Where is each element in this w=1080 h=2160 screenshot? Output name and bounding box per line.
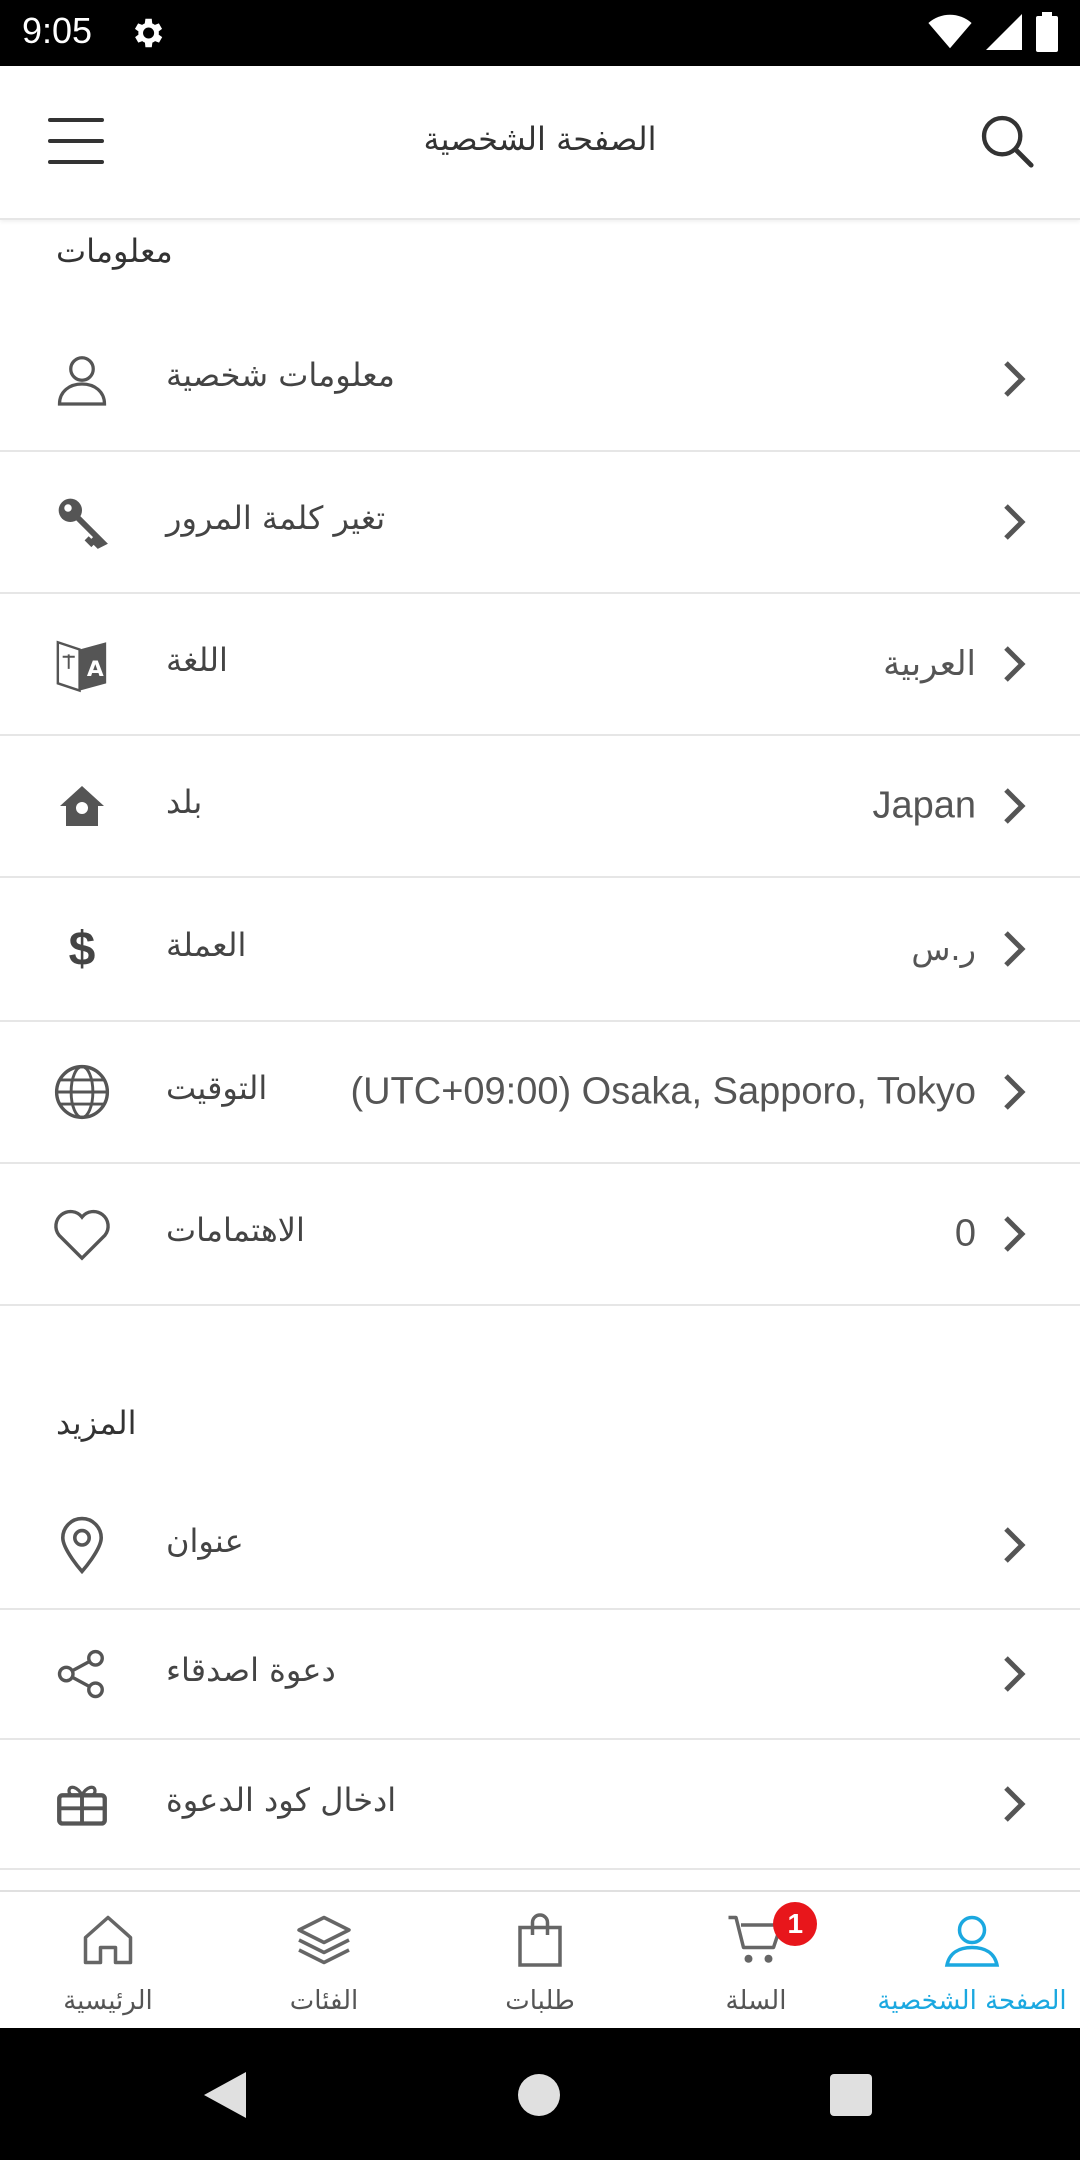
system-nav-bar [0,2028,1080,2160]
bottom-nav: الرئيسية الفئات طلبات 1 السلة الصفحة الش… [0,1890,1080,2028]
row-value: (UTC+09:00) Osaka, Sapporo, Tokyo [350,1070,976,1113]
row-value: 0 [954,1212,976,1255]
home-icon [83,1915,133,1965]
heart-icon [50,1202,114,1266]
row-label: ادخال كود الدعوة [166,1781,397,1820]
nav-categories[interactable]: الفئات [216,1892,432,2028]
chevron-right-icon [1004,361,1026,397]
nav-cart[interactable]: 1 السلة [648,1892,864,2028]
row-personal-info[interactable]: معلومات شخصية [0,308,1080,452]
row-value: Japan [872,784,976,827]
row-label: عنوان [166,1522,244,1561]
row-label: دعوة اصدقاء [166,1651,336,1690]
row-enter-invite-code[interactable]: ادخال كود الدعوة [0,1740,1080,1870]
nav-home[interactable]: الرئيسية [0,1892,216,2028]
user-icon [50,347,114,411]
layers-icon [297,1915,351,1965]
signal-icon [986,14,1022,50]
battery-icon [1036,12,1058,52]
row-language[interactable]: A اللغة العربية [0,594,1080,736]
nav-profile[interactable]: الصفحة الشخصية [864,1892,1080,2028]
row-address[interactable]: عنوان [0,1482,1080,1610]
menu-line [48,160,104,164]
chevron-right-icon [1004,788,1026,824]
key-icon [50,490,114,554]
chevron-right-icon [1004,1656,1026,1692]
chevron-right-icon [1004,931,1026,967]
recent-apps-icon[interactable] [830,2074,872,2116]
home-location-icon [50,774,114,838]
globe-icon [50,1060,114,1124]
row-label: العملة [166,926,247,965]
share-icon [50,1642,114,1706]
home-button-icon[interactable] [518,2074,560,2116]
profile-icon [944,1915,1000,1967]
nav-orders[interactable]: طلبات [432,1892,648,2028]
status-icons [928,12,1058,52]
back-icon[interactable] [204,2072,246,2118]
chevron-right-icon [1004,1074,1026,1110]
search-icon[interactable] [978,112,1036,170]
row-invite-friends[interactable]: دعوة اصدقاء [0,1610,1080,1740]
app-bar: الصفحة الشخصية [0,66,1080,220]
status-time: 9:05 [22,10,93,51]
row-value: ر.س [911,930,976,968]
row-label: تغير كلمة المرور [166,499,386,538]
row-change-password[interactable]: تغير كلمة المرور [0,452,1080,594]
svg-text:A: A [87,657,104,682]
row-label: معلومات شخصية [166,356,395,395]
nav-label: الرئيسية [63,1986,153,2016]
chevron-right-icon [1004,1216,1026,1252]
row-interests[interactable]: الاهتمامات 0 [0,1164,1080,1306]
row-label: التوقيت [166,1069,268,1108]
status-bar: 9:05 [0,0,1080,66]
wifi-icon [928,14,972,49]
cart-badge: 1 [773,1902,818,1946]
bag-icon [518,1913,562,1967]
nav-label: الصفحة الشخصية [877,1986,1067,2016]
chevron-right-icon [1004,646,1026,682]
translate-icon: A [50,632,114,696]
chevron-right-icon [1004,1527,1026,1563]
section-title-info: معلومات [56,232,173,270]
page-title: الصفحة الشخصية [423,120,657,158]
row-timezone[interactable]: التوقيت (UTC+09:00) Osaka, Sapporo, Toky… [0,1022,1080,1164]
nav-label: السلة [725,1986,787,2016]
settings-gear-icon [134,18,163,48]
row-currency[interactable]: $ العملة ر.س [0,878,1080,1022]
row-label: بلد [166,783,203,822]
row-country[interactable]: بلد Japan [0,736,1080,878]
location-pin-icon [50,1513,114,1577]
chevron-right-icon [1004,504,1026,540]
row-label: اللغة [166,641,228,680]
nav-label: طلبات [505,1986,575,2016]
gift-icon [50,1772,114,1836]
row-label: الاهتمامات [166,1211,305,1250]
row-value: العربية [883,644,976,684]
section-title-more: المزيد [56,1404,137,1442]
chevron-right-icon [1004,1786,1026,1822]
nav-label: الفئات [289,1986,359,2016]
dollar-icon: $ [68,922,96,976]
